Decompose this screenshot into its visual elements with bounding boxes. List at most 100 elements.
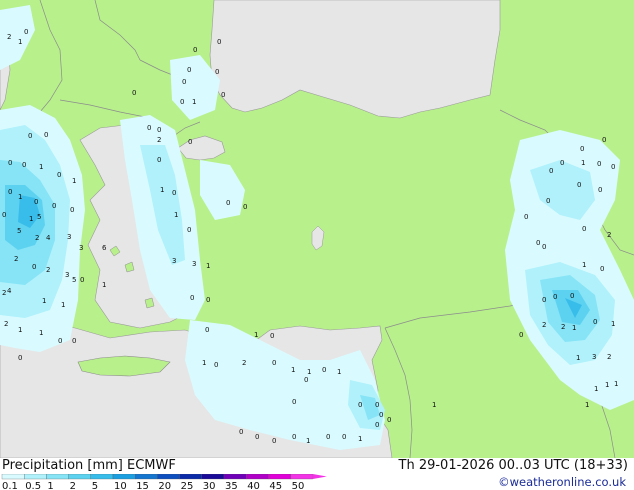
point-value-label: 0 (570, 292, 574, 300)
point-value-label: 4 (46, 234, 51, 242)
point-value-label: 3 (65, 271, 69, 279)
point-value-label: 0 (272, 359, 276, 367)
point-value-label: 1 (61, 301, 65, 309)
point-value-label: 2 (14, 255, 18, 263)
point-value-label: 0 (190, 294, 194, 302)
point-value-label: 3 (79, 244, 83, 252)
point-value-label: 2 (7, 33, 11, 41)
point-value-label: 0 (602, 136, 606, 144)
point-value-label: 0 (8, 159, 12, 167)
point-value-label: 0 (375, 401, 379, 409)
point-value-label: 0 (24, 28, 28, 36)
point-value-label: 0 (221, 91, 225, 99)
point-value-label: 1 (582, 261, 586, 269)
point-value-label: 0 (577, 181, 581, 189)
legend-swatch (24, 474, 47, 480)
point-value-label: 0 (217, 38, 221, 46)
point-value-label: 1 (254, 331, 258, 339)
point-value-label: 0 (147, 124, 151, 132)
legend-swatch (90, 474, 114, 480)
legend-tick-label: 1 (47, 481, 53, 490)
point-value-label: 5 (72, 276, 76, 284)
credit-link[interactable]: ©weatheronline.co.uk (498, 475, 626, 489)
point-value-label: 0 (182, 78, 186, 86)
point-value-label: 2 (4, 320, 8, 328)
point-value-label: 0 (18, 354, 22, 362)
point-value-label: 0 (292, 398, 296, 406)
legend-tick-label: 5 (92, 481, 98, 490)
point-value-label: 1 (72, 177, 76, 185)
point-value-label: 3 (192, 260, 196, 268)
point-value-label: 0 (239, 428, 243, 436)
legend-tick-label: 35 (225, 481, 238, 490)
point-value-label: 0 (2, 211, 6, 219)
point-value-label: 0 (553, 293, 557, 301)
point-value-label: 0 (28, 132, 32, 140)
point-value-label: 0 (304, 376, 308, 384)
point-value-label: 0 (52, 202, 56, 210)
legend-tick-label: 20 (158, 481, 171, 490)
point-value-label: 0 (560, 159, 564, 167)
legend-swatch (179, 474, 202, 480)
legend-tick-label: 10 (114, 481, 127, 490)
legend-overflow-arrow (312, 474, 327, 479)
point-value-label: 0 (32, 263, 36, 271)
legend-tick-label: 45 (269, 481, 282, 490)
legend-swatch (68, 474, 91, 480)
point-value-label: 1 (29, 215, 33, 223)
point-value-label: 1 (174, 211, 178, 219)
point-value-label: 1 (102, 281, 106, 289)
point-value-label: 0 (549, 167, 553, 175)
precipitation-map: 2100000001000 0000 0 10101000 051452 33 620 235… (0, 0, 634, 458)
point-value-label: 0 (215, 68, 219, 76)
point-value-label: 0 (379, 411, 383, 419)
point-value-label: 3 (172, 257, 176, 265)
point-value-label: 0 (214, 361, 218, 369)
point-value-label: 1 (39, 163, 43, 171)
point-value-label: 3 (67, 233, 71, 241)
legend-tick-label: 0.5 (25, 481, 41, 490)
point-value-label: 1 (594, 385, 598, 393)
legend-tick-label: 0.1 (2, 481, 18, 490)
legend-tick-label: 15 (136, 481, 149, 490)
point-value-label: 1 (432, 401, 436, 409)
point-value-label: 1 (337, 368, 341, 376)
point-value-label: 0 (542, 296, 546, 304)
point-value-label: 0 (22, 161, 26, 169)
point-value-label: 1 (581, 159, 585, 167)
point-value-label: 0 (206, 296, 210, 304)
legend-swatch (157, 474, 180, 480)
point-value-label: 0 (132, 89, 136, 97)
point-value-label: 1 (42, 297, 46, 305)
point-value-label: 0 (519, 331, 523, 339)
point-value-label: 2 (157, 136, 161, 144)
point-value-label: 2 (2, 289, 6, 297)
point-value-label: 0 (180, 98, 184, 106)
point-value-label: 6 (102, 244, 107, 252)
point-value-label: 2 (46, 266, 50, 274)
point-value-label: 2 (561, 323, 565, 331)
point-value-label: 1 (605, 381, 609, 389)
point-value-label: 0 (387, 416, 391, 424)
point-value-label: 4 (7, 287, 12, 295)
point-value-label: 1 (614, 380, 618, 388)
legend-tick-label: 30 (203, 481, 216, 490)
point-value-label: 0 (611, 163, 615, 171)
forecast-time: Th 29-01-2026 00..03 UTC (18+33) (398, 458, 629, 473)
point-value-label: 1 (306, 437, 310, 445)
point-value-label: 0 (205, 326, 209, 334)
point-value-label: 0 (70, 206, 74, 214)
point-value-label: 0 (597, 160, 601, 168)
point-value-label: 0 (270, 332, 274, 340)
point-value-label: 0 (44, 131, 48, 139)
point-value-label: 1 (572, 324, 576, 332)
point-value-label: 0 (582, 225, 586, 233)
point-value-label: 0 (80, 276, 84, 284)
legend-swatch (135, 474, 158, 480)
point-value-label: 2 (607, 231, 611, 239)
point-value-label: 0 (255, 433, 259, 441)
legend-swatch (201, 474, 225, 480)
point-value-label: 0 (536, 239, 540, 247)
point-value-label: 0 (243, 203, 247, 211)
point-value-label: 1 (18, 38, 22, 46)
